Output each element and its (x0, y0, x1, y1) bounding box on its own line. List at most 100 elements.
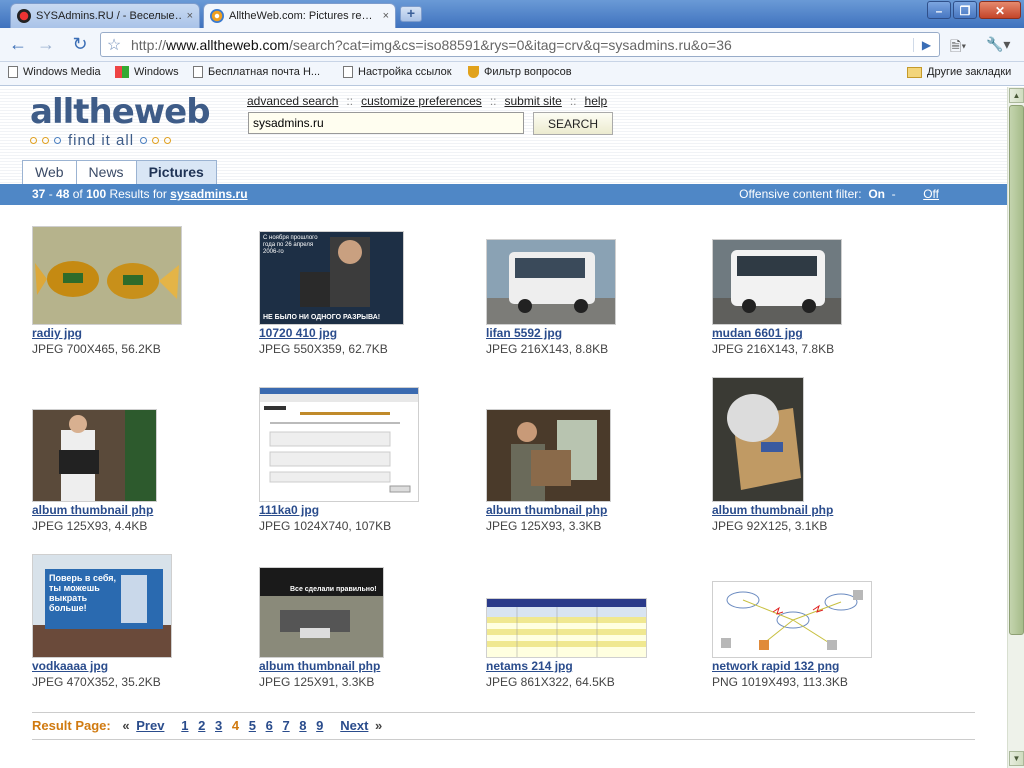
query-link[interactable]: sysadmins.ru (170, 187, 247, 201)
link-separator: :: (346, 94, 354, 108)
result-title-link[interactable]: 10720 410 jpg (259, 326, 337, 340)
tab-web[interactable]: Web (22, 160, 77, 184)
submit-site-link[interactable]: submit site (504, 94, 561, 108)
result-title-link[interactable]: vodkaaaa jpg (32, 659, 108, 673)
network-diagram-image (713, 582, 871, 657)
browser-tab-sysadmins[interactable]: SYSAdmins.RU / - Веселые… × (10, 3, 200, 28)
scrollbar-thumb[interactable] (1009, 105, 1024, 635)
result-meta: JPEG 700X465, 56.2KB (32, 342, 161, 356)
page-menu-icon[interactable]: 🗎▾ (950, 36, 966, 60)
shield-icon (468, 66, 479, 78)
dot-icon (164, 137, 172, 144)
bookmark-windows[interactable]: Windows (115, 66, 179, 78)
close-tab-icon[interactable]: × (383, 10, 389, 22)
page-link-5[interactable]: 5 (249, 718, 256, 733)
result-thumbnail[interactable]: Все сделали правильно! (259, 567, 384, 658)
scroll-up-icon[interactable]: ▲ (1009, 88, 1024, 103)
link-separator: :: (569, 94, 577, 108)
close-window-button[interactable]: ✕ (979, 1, 1021, 19)
address-url[interactable]: http://www.alltheweb.com/search?cat=img&… (127, 37, 913, 53)
page-link-6[interactable]: 6 (266, 718, 273, 733)
tab-news[interactable]: News (75, 160, 137, 184)
bookmark-label: Windows (134, 66, 179, 78)
result-title-link[interactable]: 111ka0 jpg (259, 503, 319, 517)
result-title-link[interactable]: lifan 5592 jpg (486, 326, 562, 340)
prev-chevron: « (122, 718, 130, 733)
result-title-link[interactable]: album thumbnail php (259, 659, 380, 673)
billboard-text: Поверь в себя, ты можешь выкрать больше! (49, 573, 117, 613)
minimize-button[interactable]: – (927, 1, 951, 19)
result-title-link[interactable]: mudan 6601 jpg (712, 326, 803, 340)
address-bar[interactable]: ☆ http://www.alltheweb.com/search?cat=im… (100, 32, 940, 57)
filter-off-link[interactable]: Off (923, 184, 939, 205)
maximize-button[interactable]: ❐ (953, 1, 977, 19)
candy-image (33, 227, 181, 324)
dot-icon (152, 137, 160, 144)
result-thumbnail[interactable] (486, 598, 647, 658)
results-count: 37 - 48 of 100 Results for sysadmins.ru (32, 187, 248, 201)
bookmark-windows-media[interactable]: Windows Media (8, 66, 101, 78)
bookmark-question-filter[interactable]: Фильтр вопросов (468, 66, 572, 78)
wrench-menu-icon[interactable]: 🔧▾ (986, 36, 1010, 53)
result-thumbnail[interactable]: С ноября прошлого года по 26 апреля 2006… (259, 231, 404, 325)
search-category-tabs: Web News Pictures (22, 160, 217, 184)
bookmark-free-mail[interactable]: Бесплатная почта Н... (193, 66, 320, 78)
result-title-link[interactable]: network rapid 132 png (712, 659, 839, 673)
tab-label: AlltheWeb.com: Pictures re… (229, 10, 373, 22)
other-bookmarks[interactable]: Другие закладки (907, 66, 1011, 78)
back-arrow-icon[interactable]: ← (6, 32, 30, 56)
result-title-link[interactable]: album thumbnail php (32, 503, 153, 517)
advanced-search-link[interactable]: advanced search (247, 94, 338, 108)
next-page-link[interactable]: Next (340, 718, 368, 733)
result-thumbnail[interactable] (32, 226, 182, 325)
result-thumbnail[interactable] (259, 387, 419, 502)
result-meta: JPEG 216X143, 7.8KB (712, 342, 835, 356)
search-input[interactable] (248, 112, 524, 134)
scroll-down-icon[interactable]: ▼ (1009, 751, 1024, 766)
page-link-2[interactable]: 2 (198, 718, 205, 733)
result-thumbnail[interactable] (486, 409, 611, 502)
page-link-1[interactable]: 1 (181, 718, 188, 733)
result-thumbnail[interactable] (712, 239, 842, 325)
search-button[interactable]: SEARCH (533, 112, 613, 135)
forward-arrow-icon[interactable]: → (34, 32, 58, 56)
browser-tab-alltheweb[interactable]: AlltheWeb.com: Pictures re… × (203, 3, 396, 28)
result-thumbnail[interactable] (32, 409, 157, 502)
page-link-8[interactable]: 8 (299, 718, 306, 733)
result-thumbnail[interactable] (712, 377, 804, 502)
alltheweb-logo[interactable]: alltheweb find it all (30, 93, 220, 153)
result-title-link[interactable]: netams 214 jpg (486, 659, 573, 673)
result-thumbnail[interactable] (486, 239, 616, 325)
close-tab-icon[interactable]: × (187, 10, 193, 22)
result-meta: PNG 1019X493, 113.3KB (712, 675, 848, 689)
bookmark-star-icon[interactable]: ☆ (101, 35, 127, 55)
browser-titlebar: SYSAdmins.RU / - Веселые… × AlltheWeb.co… (0, 0, 1024, 28)
page-link-7[interactable]: 7 (282, 718, 289, 733)
folder-icon (907, 66, 922, 78)
tab-pictures[interactable]: Pictures (135, 160, 217, 184)
go-arrow-icon[interactable]: ▶ (913, 37, 939, 52)
result-title-link[interactable]: album thumbnail php (712, 503, 833, 517)
page-icon (8, 66, 18, 78)
tagline-text: find it all (68, 132, 135, 149)
result-thumbnail[interactable] (712, 581, 872, 658)
reload-icon[interactable]: ↻ (68, 32, 92, 56)
bookmark-label: Windows Media (23, 66, 101, 78)
page-link-3[interactable]: 3 (215, 718, 222, 733)
accordion-player-image (33, 410, 156, 501)
link-separator: :: (489, 94, 497, 108)
page-link-9[interactable]: 9 (316, 718, 323, 733)
bookmark-link-settings[interactable]: Настройка ссылок (343, 66, 452, 78)
meme-image (260, 568, 383, 657)
result-thumbnail[interactable]: Поверь в себя, ты можешь выкрать больше! (32, 554, 172, 658)
result-title-link[interactable]: radiy jpg (32, 326, 82, 340)
vertical-scrollbar[interactable]: ▲ ▼ (1007, 87, 1024, 768)
result-meta: JPEG 125X93, 3.3KB (486, 519, 602, 533)
bus-image (713, 240, 841, 324)
prev-page-link[interactable]: Prev (136, 718, 164, 733)
new-tab-button[interactable]: + (400, 6, 422, 22)
result-title-link[interactable]: album thumbnail php (486, 503, 607, 517)
logo-tagline: find it all (30, 132, 220, 149)
customize-preferences-link[interactable]: customize preferences (361, 94, 482, 108)
help-link[interactable]: help (585, 94, 608, 108)
